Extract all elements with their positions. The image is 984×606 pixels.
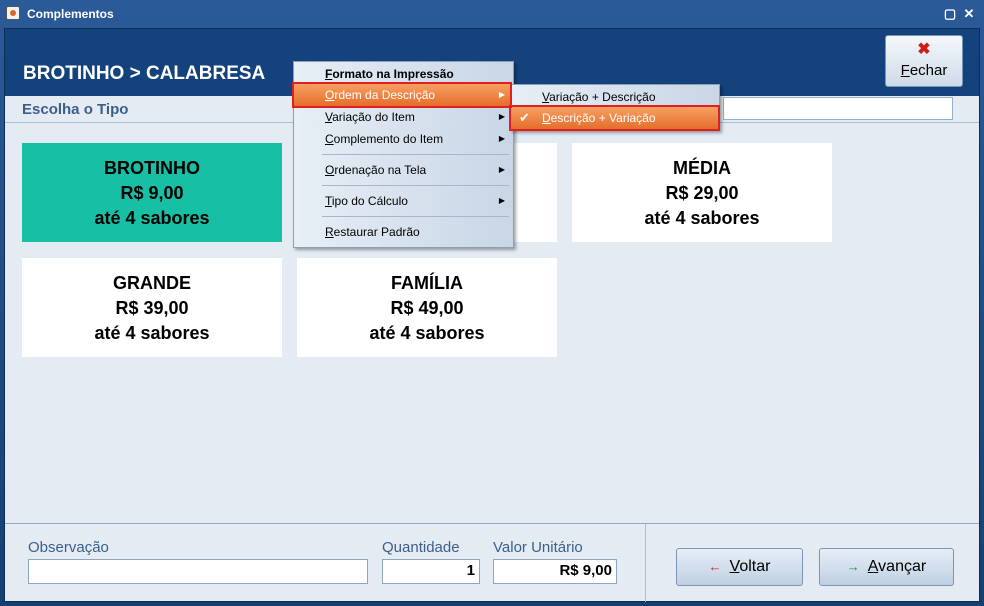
submenu-arrow-icon: ▶ [498, 134, 505, 143]
arrow-left-icon: ← [708, 559, 722, 574]
menu-separator [322, 216, 509, 217]
valor-unitario-label: Valor Unitário [493, 539, 583, 556]
close-x-icon: ✖ [917, 41, 931, 58]
arrow-right-icon: → [846, 559, 860, 574]
fechar-label: Fechar [900, 62, 948, 79]
card-name: BROTINHO [104, 158, 200, 178]
type-card-grande[interactable]: GRANDE R$ 39,00 até 4 sabores [22, 258, 282, 357]
card-price: R$ 9,00 [120, 183, 184, 203]
observacao-input[interactable] [28, 559, 368, 584]
menu-item-restaurar-padrao[interactable]: Restaurar Padrão [294, 221, 513, 243]
card-flavors: até 4 sabores [369, 323, 485, 343]
quantidade-label: Quantidade [382, 539, 460, 556]
menu-separator [322, 154, 509, 155]
annotation-box [292, 82, 512, 108]
annotation-box [509, 105, 720, 131]
quantidade-input[interactable]: 1 [382, 559, 480, 584]
card-price: R$ 29,00 [665, 183, 739, 203]
card-flavors: até 4 sabores [644, 208, 760, 228]
type-card-familia[interactable]: FAMÍLIA R$ 49,00 até 4 sabores [297, 258, 557, 357]
card-name: GRANDE [112, 273, 191, 293]
card-price: R$ 49,00 [390, 298, 464, 318]
app-icon [6, 6, 20, 20]
menu-item-ordenacao-tela[interactable]: Ordenação na Tela ▶ [294, 159, 513, 181]
product-heading: BROTINHO > CALABRESA [23, 63, 266, 84]
menu-item-variacao-item[interactable]: Variação do Item ▶ [294, 106, 513, 128]
menu-item-complemento-item[interactable]: Complemento do Item ▶ [294, 128, 513, 150]
submenu-arrow-icon: ▶ [498, 165, 505, 174]
type-card-media[interactable]: MÉDIA R$ 29,00 até 4 sabores [572, 143, 832, 242]
submenu-arrow-icon: ▶ [498, 196, 505, 205]
search-input[interactable] [723, 97, 953, 120]
card-price: R$ 39,00 [115, 298, 189, 318]
menu-item-tipo-calculo[interactable]: Tipo do Cálculo ▶ [294, 190, 513, 212]
window-title: Complementos [27, 7, 114, 21]
avancar-button[interactable]: → Avançar [819, 548, 954, 586]
restore-icon[interactable]: ▢ [942, 6, 958, 22]
card-name: FAMÍLIA [391, 273, 463, 293]
escolha-tipo-label: Escolha o Tipo [22, 101, 129, 118]
type-card-brotinho[interactable]: BROTINHO R$ 9,00 até 4 sabores [22, 143, 282, 242]
submenu-arrow-icon: ▶ [498, 112, 505, 121]
footer-panel: Observação Quantidade 1 Valor Unitário R… [5, 523, 979, 602]
menu-separator [322, 185, 509, 186]
card-flavors: até 4 sabores [94, 323, 210, 343]
footer-divider [645, 524, 646, 602]
voltar-button[interactable]: ← Voltar [676, 548, 803, 586]
card-name: MÉDIA [673, 158, 731, 178]
title-bar[interactable]: Complementos ▢ ✕ [0, 0, 984, 28]
fechar-button[interactable]: ✖ Fechar [885, 35, 963, 87]
close-icon[interactable]: ✕ [961, 6, 977, 22]
valor-unitario-field: R$ 9,00 [493, 559, 617, 584]
observacao-label: Observação [28, 539, 109, 556]
complementos-window: Complementos ▢ ✕ BROTINHO > CALABRESA ✖ … [0, 0, 984, 606]
card-flavors: até 4 sabores [94, 208, 210, 228]
